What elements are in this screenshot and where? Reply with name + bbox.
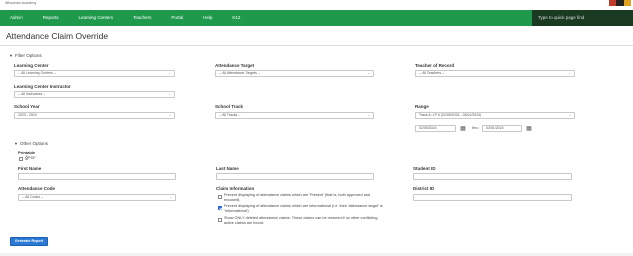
school-year-select[interactable]: 2023 - 2024 ⌄ xyxy=(14,112,175,119)
chevron-down-icon: ⌄ xyxy=(168,92,171,96)
lc-instructor-select[interactable]: -- All Instructors -- ⌄ xyxy=(14,91,175,98)
generate-report-button[interactable]: Generate Report xyxy=(10,237,48,246)
chevron-down-icon: ⌄ xyxy=(568,113,571,117)
thru-label: thru xyxy=(472,126,479,130)
lc-instructor-label: Learning Center Instructor xyxy=(14,84,71,89)
student-id-label: Student ID xyxy=(413,166,436,171)
district-id-input[interactable] xyxy=(413,194,572,201)
first-name-input[interactable] xyxy=(18,173,176,180)
district-id-label: District ID xyxy=(413,186,435,191)
prevent-informational-text: Prevent displaying of attendance claims … xyxy=(224,204,383,213)
school-track-value: -- All Tracks -- xyxy=(219,113,241,117)
chevron-down-icon: ⌄ xyxy=(367,113,370,117)
prevent-present-text: Prevent displaying of attendance claims … xyxy=(224,193,371,202)
chevron-down-icon: ⌄ xyxy=(367,71,370,75)
range-label: Range xyxy=(415,104,429,109)
learning-center-label: Learning Center xyxy=(14,63,49,68)
attendance-code-label: Attendance Code xyxy=(18,186,56,191)
top-bar: Wisconsin Academy xyxy=(0,0,633,10)
student-id-input[interactable] xyxy=(413,173,572,180)
brand-name: Wisconsin Academy xyxy=(5,1,37,5)
lc-instructor-value: -- All Instructors -- xyxy=(18,92,46,96)
first-name-label: First Name xyxy=(18,166,42,171)
prevent-present-checkbox[interactable] xyxy=(218,195,222,199)
date-to-input[interactable]: 03/01/2024 xyxy=(482,125,522,132)
prevent-informational-checkbox[interactable] xyxy=(218,206,222,210)
nav-help[interactable]: Help xyxy=(193,10,222,26)
caret-down-icon: ▼ xyxy=(14,141,18,146)
filter-options-label: Filter Options xyxy=(14,53,42,58)
school-track-label: School Track xyxy=(215,104,244,109)
caret-down-icon: ▼ xyxy=(9,53,13,58)
calendar-icon[interactable]: ▦ xyxy=(525,125,533,133)
chevron-down-icon: ⌄ xyxy=(168,113,171,117)
chevron-down-icon: ⌄ xyxy=(169,195,172,199)
pdf-label: ⎙PDF xyxy=(25,156,36,161)
chevron-down-icon: ⌄ xyxy=(168,71,171,75)
learning-center-select[interactable]: -- All Learning Centers -- ⌄ xyxy=(14,70,175,77)
show-deleted-checkbox[interactable] xyxy=(218,218,222,222)
nav-portal[interactable]: Portal xyxy=(161,10,193,26)
attendance-target-label: Attendance Target xyxy=(215,63,255,68)
chevron-down-icon: ⌄ xyxy=(568,71,571,75)
learning-center-value: -- All Learning Centers -- xyxy=(18,71,57,75)
attendance-target-select[interactable]: -- All Attendance Targets -- ⌄ xyxy=(215,70,374,77)
other-options-toggle[interactable]: ▼ Other Options xyxy=(14,141,48,146)
teacher-of-record-select[interactable]: -- All Teachers -- ⌄ xyxy=(415,70,575,77)
quick-find-input[interactable]: Type to quick page find xyxy=(532,10,633,26)
last-name-label: Last Name xyxy=(216,166,239,171)
school-track-select[interactable]: -- All Tracks -- ⌄ xyxy=(215,112,374,119)
show-deleted-text: Show ONLY deleted attendance claims. The… xyxy=(224,216,378,225)
school-year-value: 2023 - 2024 xyxy=(18,113,37,117)
other-options-label: Other Options xyxy=(19,141,48,146)
pdf-checkbox[interactable] xyxy=(19,157,23,161)
last-name-input[interactable] xyxy=(216,173,374,180)
school-year-label: School Year xyxy=(14,104,40,109)
teacher-of-record-label: Teacher of Record xyxy=(415,63,455,68)
calendar-icon[interactable]: ▦ xyxy=(459,125,467,133)
attendance-code-select[interactable]: -- All Codes -- ⌄ xyxy=(18,194,176,201)
nav-reports[interactable]: Reports xyxy=(33,10,69,26)
nav-learning-centers[interactable]: Learning Centers xyxy=(69,10,124,26)
title-divider xyxy=(0,45,633,46)
range-select[interactable]: Track A: LP 6 (02/05/2024 - 03/01/2024) … xyxy=(415,112,575,119)
date-from-input[interactable]: 02/05/2024 xyxy=(415,125,456,132)
pdf-text: PDF xyxy=(28,156,36,160)
claim-information-label: Claim Information xyxy=(216,186,255,191)
nav-teachers[interactable]: Teachers xyxy=(123,10,161,26)
attendance-target-value: -- All Attendance Targets -- xyxy=(219,71,261,75)
nav-k12[interactable]: K12 xyxy=(222,10,250,26)
printable-label: Printable xyxy=(18,150,36,155)
flag-icon xyxy=(609,0,631,6)
page-title: Attendance Claim Override xyxy=(6,31,109,41)
attendance-code-value: -- All Codes -- xyxy=(22,195,44,199)
filter-options-toggle[interactable]: ▼ Filter Options xyxy=(9,53,42,58)
nav-admin[interactable]: Admin xyxy=(0,10,33,26)
teacher-of-record-value: -- All Teachers -- xyxy=(419,71,445,75)
range-value: Track A: LP 6 (02/05/2024 - 03/01/2024) xyxy=(419,113,482,117)
